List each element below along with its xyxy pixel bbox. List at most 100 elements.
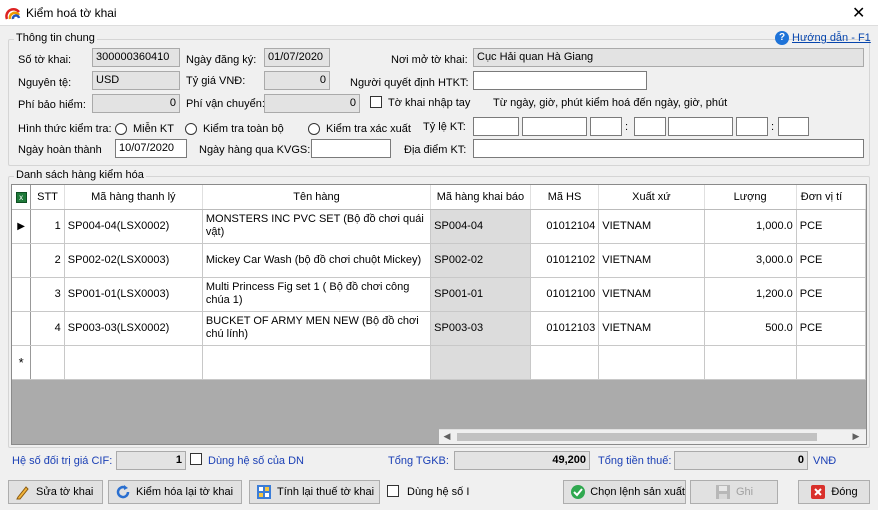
cell-luong[interactable]: 3,000.0 xyxy=(704,243,797,278)
cell-don-vi[interactable]: PCE xyxy=(796,311,866,346)
cell-ma-hs[interactable]: 01012100 xyxy=(530,277,600,312)
current-row-indicator-icon[interactable]: ▶ xyxy=(12,209,32,244)
cell-don-vi[interactable]: PCE xyxy=(796,209,866,244)
ngay-hoan-thanh-field[interactable]: 10/07/2020 xyxy=(115,139,187,158)
phi-van-chuyen-field[interactable]: 0 xyxy=(264,94,360,113)
cell-ma-hs[interactable]: 01012104 xyxy=(530,209,600,244)
dia-diem-field[interactable] xyxy=(473,139,864,158)
new-cell[interactable] xyxy=(796,345,866,380)
cell-ten-hang[interactable]: Multi Princess Fig set 1 ( Bộ đồ chơi cô… xyxy=(202,277,432,312)
cell-ma-thanh-ly[interactable]: SP001-01(LSX0003) xyxy=(64,277,203,312)
cell-stt[interactable]: 1 xyxy=(30,209,65,244)
so-to-khai-field[interactable]: 300000360410 xyxy=(92,48,180,67)
to-hour-field[interactable] xyxy=(736,117,768,136)
cell-don-vi[interactable]: PCE xyxy=(796,277,866,312)
kiem-tra-xac-xuat-radio[interactable] xyxy=(308,123,320,135)
col-ma-khai-bao[interactable]: Mã hàng khai báo xyxy=(430,185,531,210)
new-row[interactable]: * xyxy=(12,345,866,380)
col-luong[interactable]: Lượng xyxy=(704,185,797,210)
cell-ma-khai-bao[interactable]: SP003-03 xyxy=(430,311,531,346)
cell-ten-hang[interactable]: Mickey Car Wash (bộ đồ chơi chuột Mickey… xyxy=(202,243,432,278)
col-xuat-xu[interactable]: Xuất xứ xyxy=(598,185,705,210)
new-row-icon[interactable]: * xyxy=(12,345,32,380)
col-stt[interactable]: STT xyxy=(30,185,65,210)
kiem-tra-toan-bo-radio[interactable] xyxy=(185,123,197,135)
col-don-vi[interactable]: Đơn vị tí xyxy=(796,185,866,210)
from-hour-field[interactable] xyxy=(590,117,622,136)
table-row[interactable]: 3 SP001-01(LSX0003) Multi Princess Fig s… xyxy=(12,277,866,312)
table-row[interactable]: ▶ 1 SP004-04(LSX0002) MONSTERS INC PVC S… xyxy=(12,209,866,244)
new-cell[interactable] xyxy=(202,345,432,380)
sua-to-khai-button[interactable]: Sửa tờ khai xyxy=(8,480,103,504)
cell-ma-thanh-ly[interactable]: SP003-03(LSX0002) xyxy=(64,311,203,346)
ngay-dang-ky-field[interactable]: 01/07/2020 xyxy=(264,48,330,67)
export-excel-icon[interactable]: x xyxy=(12,185,32,210)
horizontal-scrollbar[interactable]: ◀ ▶ xyxy=(439,429,866,444)
tong-tien-thue-field[interactable]: 0 xyxy=(674,451,808,470)
row-header[interactable] xyxy=(12,311,32,346)
from-minute-field[interactable] xyxy=(634,117,666,136)
dung-he-so-i-checkbox[interactable] xyxy=(387,485,399,497)
table-row[interactable]: 4 SP003-03(LSX0002) BUCKET OF ARMY MEN N… xyxy=(12,311,866,346)
cell-luong[interactable]: 500.0 xyxy=(704,311,797,346)
help-link[interactable]: Hướng dẫn - F1 xyxy=(792,31,871,45)
ghi-button[interactable]: Ghi xyxy=(690,480,778,504)
chon-lenh-san-xuat-button[interactable]: Chọn lệnh sản xuất xyxy=(563,480,686,504)
cell-stt[interactable]: 2 xyxy=(30,243,65,278)
col-ma-thanh-ly[interactable]: Mã hàng thanh lý xyxy=(64,185,203,210)
he-so-field[interactable]: 1 xyxy=(116,451,186,470)
mien-kt-radio[interactable] xyxy=(115,123,127,135)
cell-luong[interactable]: 1,200.0 xyxy=(704,277,797,312)
tinh-lai-thue-button[interactable]: Tính lại thuế tờ khai xyxy=(249,480,380,504)
cell-luong[interactable]: 1,000.0 xyxy=(704,209,797,244)
ngay-hang-qua-field[interactable] xyxy=(311,139,391,158)
cell-ma-khai-bao[interactable]: SP001-01 xyxy=(430,277,531,312)
new-cell[interactable] xyxy=(598,345,705,380)
cell-ma-hs[interactable]: 01012103 xyxy=(530,311,600,346)
row-header[interactable] xyxy=(12,277,32,312)
nguoi-quyet-dinh-field[interactable] xyxy=(473,71,647,90)
col-ma-hs[interactable]: Mã HS xyxy=(530,185,600,210)
new-cell[interactable] xyxy=(30,345,65,380)
noi-mo-field[interactable]: Cục Hải quan Hà Giang xyxy=(473,48,864,67)
nguyen-te-field[interactable]: USD xyxy=(92,71,180,90)
to-minute-field[interactable] xyxy=(778,117,809,136)
col-ten-hang[interactable]: Tên hàng xyxy=(202,185,432,210)
new-cell[interactable] xyxy=(64,345,203,380)
cell-stt[interactable]: 4 xyxy=(30,311,65,346)
cell-ten-hang[interactable]: MONSTERS INC PVC SET (Bộ đồ chơi quái vậ… xyxy=(202,209,432,244)
kiem-hoa-lai-button[interactable]: Kiểm hóa lại tờ khai xyxy=(108,480,242,504)
scroll-left-icon[interactable]: ◀ xyxy=(441,431,453,443)
tong-tgkb-field[interactable]: 49,200 xyxy=(454,451,590,470)
new-cell[interactable] xyxy=(430,345,531,380)
new-cell[interactable] xyxy=(704,345,797,380)
cell-xuat-xu[interactable]: VIETNAM xyxy=(598,243,705,278)
table-row[interactable]: 2 SP002-02(LSX0003) Mickey Car Wash (bộ … xyxy=(12,243,866,278)
dung-he-so-dn-checkbox[interactable] xyxy=(190,453,202,465)
close-icon[interactable]: ✕ xyxy=(852,3,865,23)
from-day-field[interactable] xyxy=(473,117,519,136)
phi-bao-hiem-field[interactable]: 0 xyxy=(92,94,180,113)
goods-grid[interactable]: x STT Mã hàng thanh lý Tên hàng Mã hàng … xyxy=(11,184,867,445)
cell-xuat-xu[interactable]: VIETNAM xyxy=(598,209,705,244)
from-month-field[interactable] xyxy=(522,117,587,136)
cell-ma-khai-bao[interactable]: SP002-02 xyxy=(430,243,531,278)
time-separator-2: : xyxy=(771,121,775,133)
cell-ma-thanh-ly[interactable]: SP002-02(LSX0003) xyxy=(64,243,203,278)
scroll-right-icon[interactable]: ▶ xyxy=(850,431,862,443)
cell-xuat-xu[interactable]: VIETNAM xyxy=(598,311,705,346)
cell-stt[interactable]: 3 xyxy=(30,277,65,312)
cell-xuat-xu[interactable]: VIETNAM xyxy=(598,277,705,312)
cell-ma-hs[interactable]: 01012102 xyxy=(530,243,600,278)
to-day-field[interactable] xyxy=(668,117,733,136)
cell-don-vi[interactable]: PCE xyxy=(796,243,866,278)
cell-ma-thanh-ly[interactable]: SP004-04(LSX0002) xyxy=(64,209,203,244)
cell-ma-khai-bao[interactable]: SP004-04 xyxy=(430,209,531,244)
ty-gia-field[interactable]: 0 xyxy=(264,71,330,90)
dong-button[interactable]: Đóng xyxy=(798,480,870,504)
row-header[interactable] xyxy=(12,243,32,278)
to-khai-nhap-tay-checkbox[interactable] xyxy=(370,96,382,108)
cell-ten-hang[interactable]: BUCKET OF ARMY MEN NEW (Bộ đồ chơi chú l… xyxy=(202,311,432,346)
scroll-thumb[interactable] xyxy=(457,433,817,441)
new-cell[interactable] xyxy=(530,345,600,380)
